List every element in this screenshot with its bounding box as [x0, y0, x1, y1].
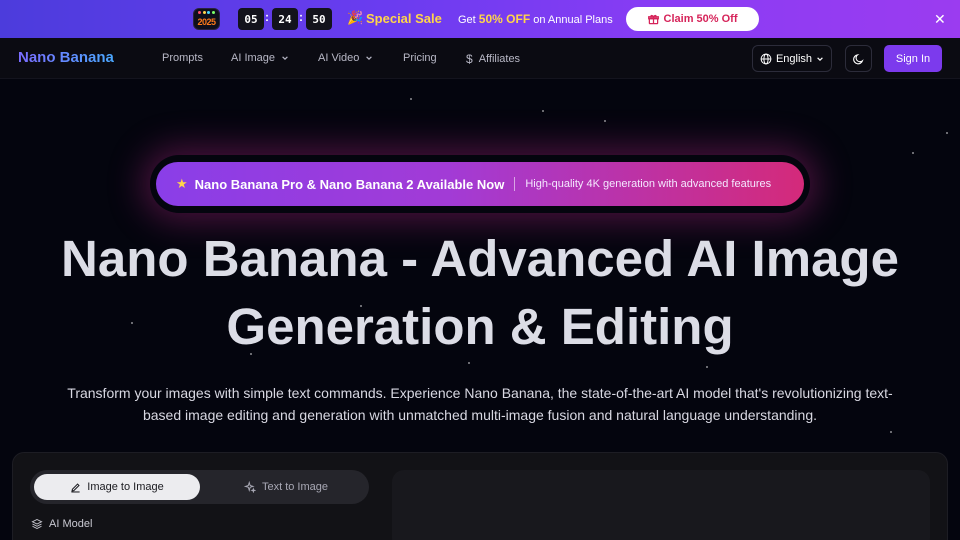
ai-model-section: AI Model	[31, 518, 92, 530]
star-icon: ★	[176, 176, 188, 191]
language-selector[interactable]: English	[752, 45, 832, 72]
confetti-icon	[198, 11, 215, 14]
timer-hours: 05	[238, 8, 264, 30]
announcement-subtitle: High-quality 4K generation with advanced…	[525, 178, 772, 190]
brand-logo[interactable]: Nano Banana	[18, 49, 114, 66]
nav-ai-video[interactable]: AI Video	[318, 52, 373, 64]
close-icon[interactable]: ✕	[934, 11, 946, 28]
tab-text-to-image[interactable]: Text to Image	[206, 474, 366, 500]
theme-toggle-button[interactable]	[845, 45, 872, 72]
nav-affiliates-label: Affiliates	[478, 53, 521, 65]
globe-icon	[760, 53, 772, 64]
sign-in-button[interactable]: Sign In	[884, 45, 942, 72]
promo-banner: 2025 05 : 24 : 50 🎉 Special Sale Get 50%…	[0, 0, 960, 38]
hero-title-line1: Nano Banana - Advanced AI Image	[61, 230, 899, 287]
tab-text-to-image-label: Text to Image	[261, 481, 329, 493]
chevron-down-icon	[282, 56, 288, 61]
layers-icon	[31, 518, 43, 530]
nav-ai-image-label: AI Image	[231, 52, 276, 64]
tab-image-to-image-label: Image to Image	[87, 481, 164, 493]
dollar-icon: $	[466, 52, 473, 66]
claim-offer-button[interactable]: Claim 50% Off	[626, 7, 759, 31]
timer-minutes: 24	[272, 8, 298, 30]
chevron-down-icon	[817, 56, 823, 61]
timer-separator: :	[299, 10, 303, 24]
announcement-pill[interactable]: ★ Nano Banana Pro & Nano Banana 2 Availa…	[156, 162, 804, 206]
language-label: English	[775, 52, 813, 65]
chevron-down-icon	[366, 56, 373, 61]
claim-label: Claim 50% Off	[663, 13, 738, 25]
party-popper-icon: 🎉	[347, 10, 364, 25]
nav-ai-image[interactable]: AI Image	[231, 52, 289, 64]
top-navigation: Nano Banana Prompts AI Image AI Video Pr…	[0, 38, 960, 79]
timer-seconds: 50	[306, 8, 332, 30]
nav-pricing-label: Pricing	[403, 52, 437, 64]
gift-icon	[647, 14, 659, 24]
nav-prompts[interactable]: Prompts	[162, 52, 203, 64]
hero-title-line2: Generation & Editing	[226, 298, 734, 355]
offer-suffix: on Annual Plans	[533, 14, 613, 26]
offer-text: Get 50% OFF on Annual Plans	[458, 12, 613, 26]
offer-highlight: 50% OFF	[478, 12, 531, 26]
moon-icon	[852, 53, 864, 64]
output-preview-panel	[392, 470, 930, 540]
badge-year: 2025	[197, 17, 216, 27]
nav-pricing[interactable]: Pricing	[403, 52, 437, 64]
announcement-title: Nano Banana Pro & Nano Banana 2 Availabl…	[194, 176, 505, 192]
nav-affiliates[interactable]: $ Affiliates	[466, 52, 520, 66]
mode-tabs: Image to Image Text to Image	[30, 470, 369, 504]
hero-title: Nano Banana - Advanced AI Image Generati…	[0, 225, 960, 361]
timer-separator: :	[265, 10, 269, 24]
ai-model-label: AI Model	[49, 518, 93, 530]
new-year-badge: 2025	[193, 8, 220, 30]
sale-label: Special Sale	[366, 11, 442, 26]
pencil-icon	[71, 482, 80, 492]
nav-ai-video-label: AI Video	[318, 52, 360, 64]
sparkles-icon	[243, 481, 256, 493]
pill-divider	[514, 177, 516, 191]
nav-prompts-label: Prompts	[162, 52, 203, 64]
offer-prefix: Get	[458, 14, 476, 26]
tab-image-to-image[interactable]: Image to Image	[34, 474, 200, 500]
hero-subtitle: Transform your images with simple text c…	[67, 385, 893, 423]
